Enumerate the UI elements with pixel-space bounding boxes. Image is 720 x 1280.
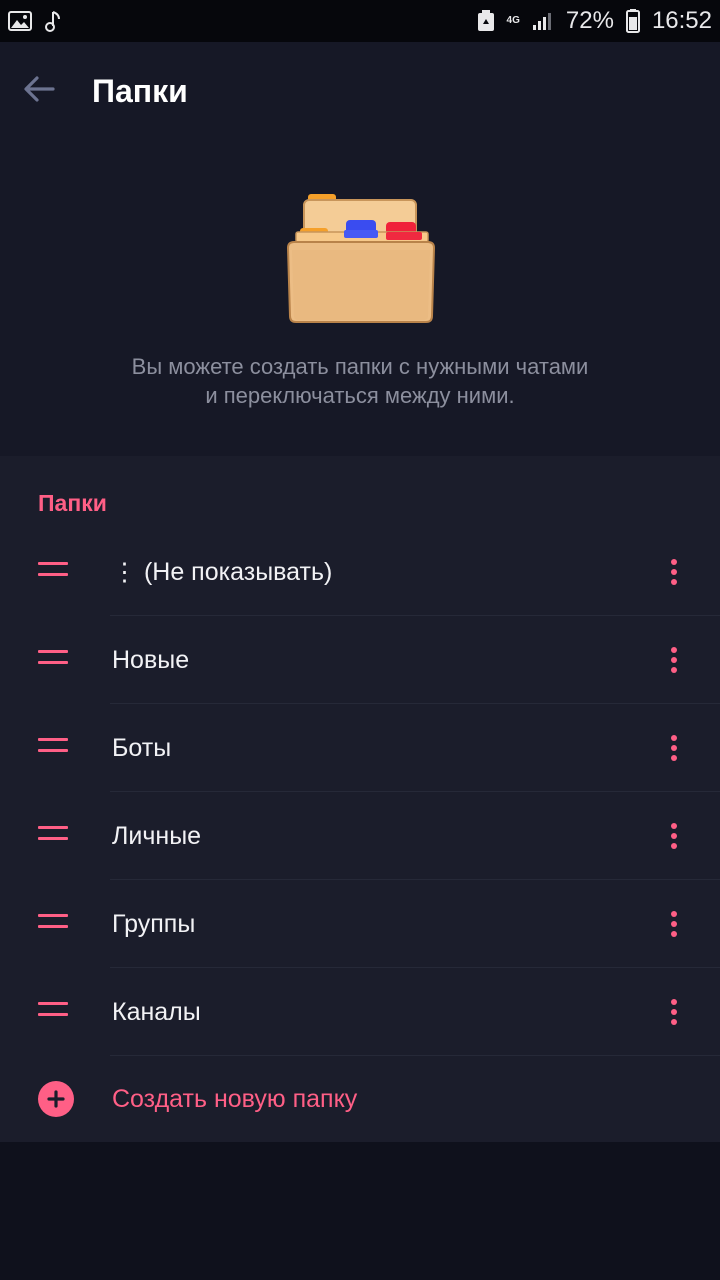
folder-name: Боты — [112, 733, 172, 762]
folder-name: ⋮ (Не показывать) — [112, 558, 333, 586]
network-label: 4G — [506, 15, 520, 26]
drag-handle-icon[interactable] — [38, 562, 68, 582]
folder-name: Группы — [112, 909, 196, 938]
arrow-left-icon — [23, 75, 55, 108]
more-vert-icon[interactable] — [664, 704, 684, 792]
page-title: Папки — [92, 72, 188, 109]
more-vert-icon[interactable] — [664, 880, 684, 968]
folder-row[interactable]: Личные — [0, 792, 720, 880]
folder-name: Личные — [112, 821, 202, 850]
folder-illustration — [282, 188, 438, 328]
folders-section: Папки ⋮ (Не показывать) Новые Боты Личны… — [0, 456, 720, 1142]
status-right: 4G 72% 16:52 — [477, 7, 712, 35]
intro-line-2: и переключаться между ними. — [205, 383, 515, 408]
music-note-icon — [44, 10, 62, 32]
recycle-icon — [477, 10, 495, 32]
add-circle-icon — [38, 1081, 74, 1117]
intro-description: Вы можете создать папки с нужными чатами… — [60, 352, 660, 410]
signal-icon — [532, 11, 554, 31]
status-bar: 4G 72% 16:52 — [0, 0, 720, 42]
drag-handle-icon[interactable] — [38, 738, 68, 758]
folder-row[interactable]: ⋮ (Не показывать) — [0, 528, 720, 616]
folder-row[interactable]: Каналы — [0, 968, 720, 1056]
folder-row[interactable]: Группы — [0, 880, 720, 968]
folder-name: Новые — [112, 645, 190, 674]
drag-handle-icon[interactable] — [38, 826, 68, 846]
drag-handle-icon[interactable] — [38, 1002, 68, 1022]
back-button[interactable] — [0, 42, 78, 140]
folder-name: Каналы — [112, 997, 201, 1026]
image-icon — [8, 11, 32, 31]
drag-handle-icon[interactable] — [38, 650, 68, 670]
create-folder-button[interactable]: Создать новую папку — [0, 1056, 720, 1142]
clock: 16:52 — [651, 7, 712, 34]
more-vert-icon[interactable] — [664, 528, 684, 616]
create-folder-label: Создать новую папку — [112, 1084, 358, 1113]
folder-list: ⋮ (Не показывать) Новые Боты Личные Груп… — [0, 528, 720, 1056]
network-4g-icon: 4G — [507, 16, 520, 26]
folder-row[interactable]: Боты — [0, 704, 720, 792]
app-bar: Папки — [0, 42, 720, 140]
intro-section: Вы можете создать папки с нужными чатами… — [0, 140, 720, 456]
intro-line-1: Вы можете создать папки с нужными чатами — [131, 354, 589, 379]
section-title: Папки — [38, 490, 107, 516]
more-vert-icon[interactable] — [664, 616, 684, 704]
folder-row[interactable]: Новые — [0, 616, 720, 704]
battery-percent: 72% — [565, 7, 614, 34]
drag-handle-icon[interactable] — [38, 914, 68, 934]
more-vert-icon[interactable] — [664, 792, 684, 880]
more-vert-icon[interactable] — [664, 968, 684, 1056]
battery-icon — [625, 9, 640, 33]
status-left — [8, 10, 62, 32]
